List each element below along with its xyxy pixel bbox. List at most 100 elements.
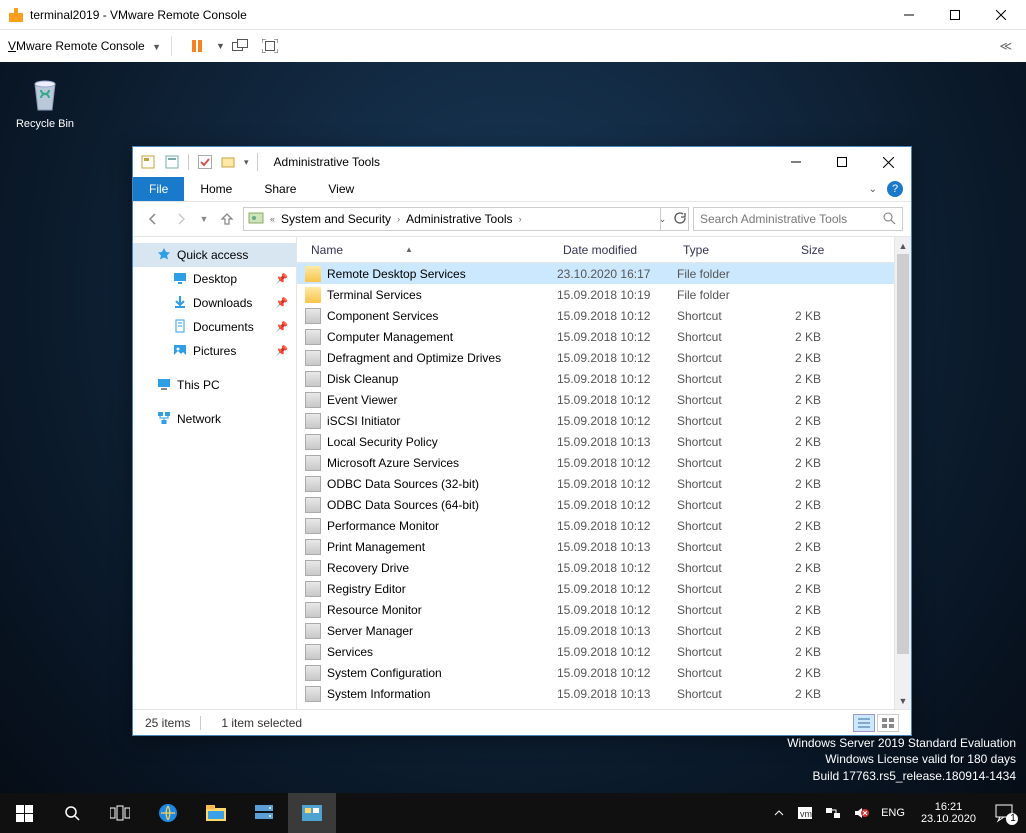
file-row[interactable]: Performance Monitor15.09.2018 10:12Short… [297, 515, 894, 536]
addr-dropdown-icon[interactable]: ⌄ [659, 214, 667, 225]
explorer-minimize-button[interactable] [773, 148, 819, 176]
shortcut-icon [305, 413, 321, 429]
nav-network[interactable]: Network [133, 407, 296, 431]
breadcrumb-seg-2[interactable]: Administrative Tools [406, 212, 513, 226]
file-row[interactable]: Component Services15.09.2018 10:12Shortc… [297, 305, 894, 326]
search-field[interactable]: Search Administrative Tools [693, 207, 903, 231]
taskbar-explorer[interactable] [192, 793, 240, 833]
scrollbar-thumb[interactable] [897, 254, 909, 654]
qat-properties-icon[interactable] [137, 151, 159, 173]
col-name[interactable]: Name▲ [305, 243, 557, 257]
col-type[interactable]: Type [677, 243, 795, 257]
recycle-bin[interactable]: Recycle Bin [10, 74, 80, 130]
col-date[interactable]: Date modified [557, 243, 677, 257]
file-row[interactable]: System Information15.09.2018 10:13Shortc… [297, 683, 894, 704]
vmrc-minimize-button[interactable] [886, 0, 932, 30]
nav-forward-button[interactable] [169, 207, 193, 231]
view-details-button[interactable] [853, 714, 875, 732]
file-row[interactable]: Computer Management15.09.2018 10:12Short… [297, 326, 894, 347]
fullscreen-icon[interactable] [259, 35, 281, 57]
status-bar: 25 items 1 item selected [133, 709, 911, 735]
breadcrumb-overflow-icon[interactable]: « [266, 214, 279, 224]
guest-desktop[interactable]: Recycle Bin ▾ Administrative Tools File … [0, 62, 1026, 833]
tray-volume-icon[interactable] [847, 793, 875, 833]
file-row[interactable]: Recovery Drive15.09.2018 10:12Shortcut2 … [297, 557, 894, 578]
nav-desktop[interactable]: Desktop📌 [133, 267, 296, 291]
task-view-button[interactable] [96, 793, 144, 833]
pin-icon: 📌 [276, 274, 288, 285]
tray-network-icon[interactable] [819, 793, 847, 833]
file-row[interactable]: Server Manager15.09.2018 10:13Shortcut2 … [297, 620, 894, 641]
explorer-titlebar[interactable]: ▾ Administrative Tools [133, 147, 911, 177]
vertical-scrollbar[interactable]: ▲ ▼ [894, 237, 911, 709]
file-row[interactable]: Registry Editor15.09.2018 10:12Shortcut2… [297, 578, 894, 599]
nav-recent-dropdown[interactable]: ▼ [197, 207, 211, 231]
col-size[interactable]: Size [795, 243, 865, 257]
file-row[interactable]: Local Security Policy15.09.2018 10:13Sho… [297, 431, 894, 452]
collapse-toolbar-icon[interactable]: ≪ [999, 39, 1018, 53]
file-row[interactable]: Defragment and Optimize Drives15.09.2018… [297, 347, 894, 368]
breadcrumb-seg-1[interactable]: System and Security [281, 212, 391, 226]
refresh-icon[interactable] [672, 211, 686, 228]
nav-this-pc[interactable]: This PC [133, 373, 296, 397]
scroll-down-icon[interactable]: ▼ [895, 692, 911, 709]
help-icon[interactable]: ? [887, 181, 903, 197]
tab-share[interactable]: Share [248, 177, 312, 201]
nav-quick-access[interactable]: Quick access [133, 243, 296, 267]
taskbar-clock[interactable]: 16:21 23.10.2020 [911, 793, 986, 833]
tray-vmtools-icon[interactable]: vm [791, 793, 819, 833]
tab-view[interactable]: View [312, 177, 370, 201]
vmrc-titlebar: terminal2019 - VMware Remote Console [0, 0, 1026, 30]
explorer-close-button[interactable] [865, 148, 911, 176]
qat-newfolder-icon[interactable] [218, 151, 240, 173]
address-field[interactable]: « System and Security › Administrative T… [243, 207, 689, 231]
file-row[interactable]: Services15.09.2018 10:12Shortcut2 KB [297, 641, 894, 662]
shortcut-icon [305, 560, 321, 576]
file-row[interactable]: ODBC Data Sources (64-bit)15.09.2018 10:… [297, 494, 894, 515]
tray-chevron-icon[interactable] [767, 793, 791, 833]
start-button[interactable] [0, 793, 48, 833]
nav-downloads[interactable]: Downloads📌 [133, 291, 296, 315]
search-icon[interactable] [882, 211, 896, 228]
tray-language[interactable]: ENG [875, 793, 911, 833]
action-center-button[interactable]: 1 [986, 793, 1026, 833]
file-row[interactable]: Resource Monitor15.09.2018 10:12Shortcut… [297, 599, 894, 620]
vmrc-close-button[interactable] [978, 0, 1024, 30]
taskbar-server-manager[interactable] [240, 793, 288, 833]
file-row[interactable]: System Configuration15.09.2018 10:12Shor… [297, 662, 894, 683]
qat-check-icon[interactable] [194, 151, 216, 173]
tab-home[interactable]: Home [184, 177, 248, 201]
taskbar-search-button[interactable] [48, 793, 96, 833]
pause-icon[interactable] [186, 35, 208, 57]
file-row[interactable]: Remote Desktop Services23.10.2020 16:17F… [297, 263, 894, 284]
chevron-right-icon[interactable]: › [515, 214, 526, 224]
ribbon-expand-icon[interactable]: ⌄ [869, 184, 877, 195]
send-cad-icon[interactable] [229, 35, 251, 57]
taskbar-control-panel[interactable] [288, 793, 336, 833]
vmrc-menu[interactable]: VMware Remote Console ▼ [8, 39, 161, 54]
file-row[interactable]: iSCSI Initiator15.09.2018 10:12Shortcut2… [297, 410, 894, 431]
qat-customize-icon[interactable]: ▾ [244, 157, 249, 168]
nav-pictures[interactable]: Pictures📌 [133, 339, 296, 363]
file-row[interactable]: Terminal Services15.09.2018 10:19File fo… [297, 284, 894, 305]
pause-dropdown-icon[interactable]: ▼ [216, 41, 225, 51]
downloads-icon [173, 295, 187, 312]
taskbar-ie[interactable] [144, 793, 192, 833]
tab-file[interactable]: File [133, 177, 184, 201]
nav-documents[interactable]: Documents📌 [133, 315, 296, 339]
explorer-maximize-button[interactable] [819, 148, 865, 176]
pictures-icon [173, 343, 187, 360]
shortcut-icon [305, 623, 321, 639]
scroll-up-icon[interactable]: ▲ [895, 237, 911, 254]
nav-up-button[interactable] [215, 207, 239, 231]
file-row[interactable]: Event Viewer15.09.2018 10:12Shortcut2 KB [297, 389, 894, 410]
chevron-right-icon[interactable]: › [393, 214, 404, 224]
qat-properties2-icon[interactable] [161, 151, 183, 173]
nav-back-button[interactable] [141, 207, 165, 231]
file-row[interactable]: Microsoft Azure Services15.09.2018 10:12… [297, 452, 894, 473]
file-row[interactable]: ODBC Data Sources (32-bit)15.09.2018 10:… [297, 473, 894, 494]
file-row[interactable]: Disk Cleanup15.09.2018 10:12Shortcut2 KB [297, 368, 894, 389]
vmrc-maximize-button[interactable] [932, 0, 978, 30]
view-large-button[interactable] [877, 714, 899, 732]
file-row[interactable]: Print Management15.09.2018 10:13Shortcut… [297, 536, 894, 557]
